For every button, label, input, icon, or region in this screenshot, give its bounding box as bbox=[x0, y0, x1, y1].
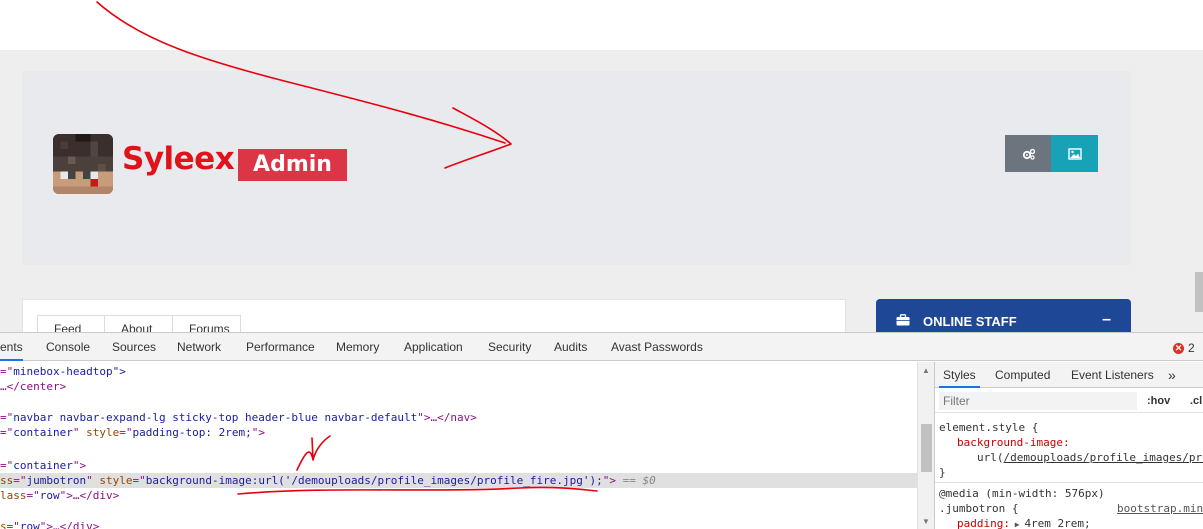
cogs-icon bbox=[1022, 148, 1035, 160]
tab-memory[interactable]: Memory bbox=[336, 333, 379, 361]
devtools-tab-bar: ents Console Sources Network Performance… bbox=[0, 333, 1203, 361]
dom-node[interactable]: ="navbar navbar-expand-lg sticky-top hea… bbox=[0, 410, 477, 425]
tab-event-listeners[interactable]: Event Listeners bbox=[1071, 362, 1154, 388]
dom-scroll-thumb[interactable] bbox=[921, 424, 932, 472]
dom-node[interactable]: s="row">…</div> bbox=[0, 519, 99, 529]
error-counter[interactable]: ✕ 2 bbox=[1173, 341, 1195, 355]
settings-button[interactable] bbox=[1005, 135, 1052, 172]
expand-triangle-icon[interactable]: ▶ bbox=[1010, 520, 1024, 529]
styles-filter-input[interactable] bbox=[939, 392, 1137, 410]
dom-node-selected[interactable]: ss="jumbotron" style="background-image:u… bbox=[0, 473, 917, 488]
stylesheet-source-link[interactable]: bootstrap.min bbox=[1117, 501, 1203, 516]
page-top-area bbox=[0, 0, 1203, 50]
chevron-double-right-icon[interactable]: » bbox=[1168, 362, 1176, 388]
dom-node[interactable]: ="container" style="padding-top: 2rem;"> bbox=[0, 425, 265, 440]
avatar-pixel-art bbox=[53, 134, 113, 194]
tab-performance[interactable]: Performance bbox=[246, 333, 315, 361]
tab-console[interactable]: Console bbox=[46, 333, 90, 361]
error-icon: ✕ bbox=[1173, 342, 1184, 354]
styles-pane: Styles Computed Event Listeners » :hov .… bbox=[934, 362, 1203, 529]
styles-tab-bar: Styles Computed Event Listeners » bbox=[935, 362, 1203, 388]
css-value-background-image[interactable]: url(/demouploads/profile_images/pro bbox=[977, 450, 1203, 465]
devtools-panel: ents Console Sources Network Performance… bbox=[0, 332, 1203, 529]
element-style-selector: element.style { bbox=[939, 421, 1039, 434]
cls-toggle[interactable]: .cl bbox=[1190, 395, 1202, 407]
error-count: 2 bbox=[1188, 341, 1195, 355]
tab-styles[interactable]: Styles bbox=[939, 362, 980, 388]
css-property-background-image[interactable]: background-image: bbox=[957, 435, 1070, 450]
profile-name: Syleex bbox=[122, 141, 235, 177]
elements-dom-tree: ="minebox-headtop"> …</center> ="navbar … bbox=[0, 362, 917, 529]
image-icon bbox=[1067, 147, 1082, 160]
rule-close: } bbox=[939, 466, 946, 479]
dom-node[interactable]: lass="row">…</div> bbox=[0, 488, 119, 503]
scroll-up-icon[interactable]: ▲ bbox=[922, 366, 930, 375]
tab-audits[interactable]: Audits bbox=[554, 333, 587, 361]
admin-badge: Admin bbox=[238, 149, 347, 181]
briefcase-icon bbox=[896, 314, 910, 326]
collapse-button[interactable]: – bbox=[1102, 311, 1111, 329]
filter-row: :hov .cl bbox=[935, 389, 1203, 413]
media-query: @media (min-width: 576px) bbox=[939, 487, 1105, 500]
tab-avast-passwords[interactable]: Avast Passwords bbox=[611, 333, 703, 361]
scroll-down-icon[interactable]: ▼ bbox=[922, 517, 930, 526]
online-staff-title: ONLINE STAFF bbox=[923, 314, 1017, 329]
hov-toggle[interactable]: :hov bbox=[1147, 395, 1170, 407]
tab-computed[interactable]: Computed bbox=[995, 362, 1050, 388]
tab-network[interactable]: Network bbox=[177, 333, 221, 361]
dom-node[interactable]: …</center> bbox=[0, 379, 66, 394]
page-scrollbar[interactable] bbox=[1195, 272, 1203, 312]
rule-divider bbox=[935, 482, 1203, 483]
tab-sources[interactable]: Sources bbox=[112, 333, 156, 361]
dom-node[interactable]: ="minebox-headtop"> bbox=[0, 364, 126, 379]
tab-security[interactable]: Security bbox=[488, 333, 531, 361]
avatar bbox=[53, 134, 113, 194]
dom-node[interactable]: ="container"> bbox=[0, 458, 86, 473]
change-background-button[interactable] bbox=[1051, 135, 1098, 172]
tab-elements[interactable]: ents bbox=[0, 333, 23, 361]
css-property-padding[interactable]: padding: ▶ 4rem 2rem; bbox=[957, 516, 1091, 529]
tab-application[interactable]: Application bbox=[404, 333, 463, 361]
jumbotron-selector: .jumbotron { bbox=[939, 502, 1019, 515]
dom-scrollbar[interactable]: ▲ ▼ bbox=[917, 362, 934, 529]
